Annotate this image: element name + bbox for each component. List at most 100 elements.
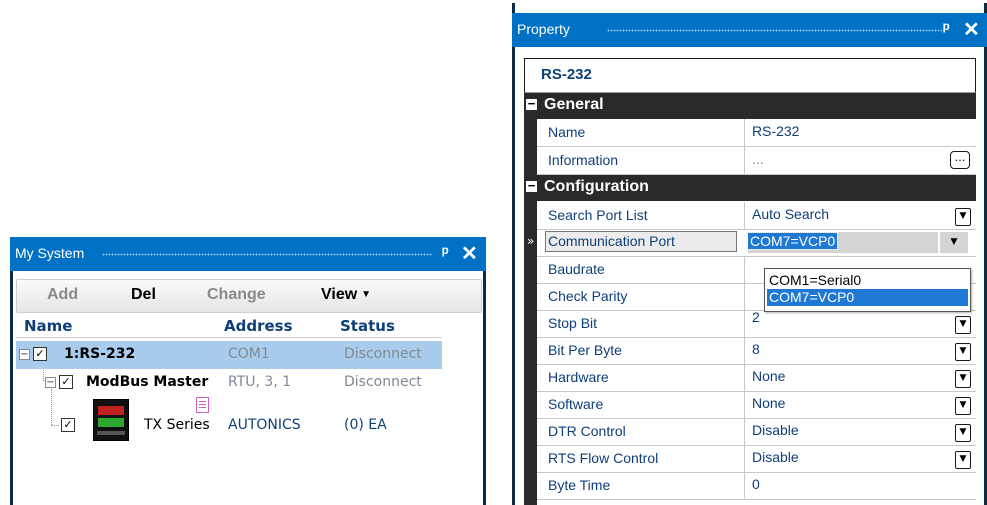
device-thumbnail: [93, 399, 129, 441]
property-value[interactable]: RS-232: [752, 123, 799, 139]
collapse-icon[interactable]: −: [45, 377, 56, 388]
panel-border-left: [10, 237, 13, 505]
panel-border-left: [512, 3, 515, 505]
property-row-search-port-list[interactable]: Search Port List Auto Search ▼: [537, 202, 976, 230]
property-row-dtr-control[interactable]: DTR Control Disable ▼: [537, 418, 976, 446]
selected-object-header: RS-232: [524, 58, 976, 93]
chevron-down-icon: ▼: [361, 289, 372, 300]
property-value[interactable]: ...: [752, 151, 764, 167]
add-button[interactable]: Add: [47, 286, 78, 304]
collapse-icon[interactable]: −: [19, 349, 30, 360]
column-header-name[interactable]: Name: [24, 317, 72, 335]
property-value[interactable]: Disable: [752, 422, 799, 438]
property-row-communication-port[interactable]: » Communication Port COM7=VCP0 ▼: [527, 229, 976, 257]
property-row-hardware[interactable]: Hardware None ▼: [537, 364, 976, 392]
property-row-name[interactable]: Name RS-232: [537, 119, 976, 147]
tree-row-rs232[interactable]: − ✓ 1:RS-232 COM1 Disconnect: [16, 341, 442, 369]
collapse-icon[interactable]: −: [526, 179, 537, 192]
property-label: Hardware: [548, 369, 609, 385]
row-address: COM1: [228, 346, 270, 362]
my-system-panel: My System ᵖ ✕ Add Del Change View ▼ Name …: [10, 237, 486, 505]
property-titlebar[interactable]: Property ᵖ ✕: [512, 13, 987, 47]
del-button[interactable]: Del: [131, 286, 156, 304]
property-label: Byte Time: [548, 477, 611, 493]
titlebar-grip[interactable]: [102, 253, 432, 256]
grid-gutter: [524, 93, 537, 505]
selected-object-name: RS-232: [541, 66, 592, 83]
change-button[interactable]: Change: [207, 286, 266, 304]
my-system-toolbar: Add Del Change View ▼: [16, 279, 482, 313]
checkbox-checked-icon[interactable]: ✓: [61, 418, 75, 432]
column-header-address[interactable]: Address: [224, 317, 293, 335]
property-value[interactable]: Disable: [752, 449, 799, 465]
chevron-down-icon[interactable]: ▼: [955, 316, 971, 334]
pin-icon[interactable]: ᵖ: [943, 19, 950, 39]
row-address: AUTONICS: [228, 417, 301, 433]
property-label: Communication Port: [545, 231, 737, 252]
property-label: Check Parity: [548, 288, 628, 304]
tree-row-tx-series[interactable]: ✓ TX Series AUTONICS (0) EA: [16, 397, 442, 447]
property-row-information[interactable]: Information ... …: [537, 147, 976, 175]
my-system-titlebar[interactable]: My System ᵖ ✕: [10, 237, 486, 271]
port-option-selected[interactable]: COM7=VCP0: [767, 289, 968, 306]
chevron-down-icon[interactable]: ▼: [955, 424, 971, 442]
property-title: Property: [517, 21, 570, 37]
ellipsis-button-icon[interactable]: …: [950, 151, 970, 169]
tree-row-modbus-master[interactable]: − ✓ ModBus Master RTU, 3, 1 Disconnect: [16, 369, 442, 397]
property-label: Name: [548, 124, 586, 140]
chevron-down-icon[interactable]: ▼: [955, 397, 971, 415]
property-row-rts-flow-control[interactable]: RTS Flow Control Disable ▼: [537, 445, 976, 473]
property-panel: Property ᵖ ✕ RS-232 − General Name RS-23…: [512, 3, 987, 505]
port-option[interactable]: COM1=Serial0: [767, 272, 968, 289]
close-icon[interactable]: ✕: [461, 241, 478, 266]
pin-icon[interactable]: ᵖ: [442, 243, 449, 263]
row-status: Disconnect: [344, 346, 422, 362]
titlebar-grip[interactable]: [607, 29, 942, 32]
property-row-byte-time[interactable]: Byte Time 0: [537, 472, 976, 500]
communication-port-editor[interactable]: COM7=VCP0: [746, 232, 938, 253]
chevron-down-icon[interactable]: ▼: [940, 232, 968, 253]
checkbox-checked-icon[interactable]: ✓: [33, 347, 47, 361]
view-label: View: [321, 286, 358, 303]
row-address: RTU, 3, 1: [228, 374, 292, 390]
communication-port-dropdown-list: COM1=Serial0 COM7=VCP0: [764, 268, 971, 312]
category-configuration[interactable]: − Configuration: [524, 175, 976, 201]
property-value[interactable]: 0: [752, 476, 760, 492]
property-value[interactable]: None: [752, 368, 785, 384]
category-general[interactable]: − General: [524, 93, 976, 119]
property-label: Bit Per Byte: [548, 342, 622, 358]
property-value[interactable]: None: [752, 395, 785, 411]
double-chevron-right-icon: »: [527, 234, 535, 248]
my-system-title: My System: [15, 245, 85, 261]
panel-border-right: [483, 237, 486, 505]
property-label: RTS Flow Control: [548, 450, 659, 466]
property-label: Software: [548, 396, 604, 412]
row-name: TX Series: [144, 417, 210, 433]
collapse-icon[interactable]: −: [526, 97, 537, 110]
property-row-stop-bit[interactable]: Stop Bit 2 ▼: [537, 309, 976, 338]
chevron-down-icon[interactable]: ▼: [955, 451, 971, 469]
document-icon: [196, 397, 209, 413]
header-divider: [16, 337, 442, 338]
close-icon[interactable]: ✕: [963, 17, 980, 42]
row-name: 1:RS-232: [64, 346, 136, 362]
property-value[interactable]: 2: [752, 309, 760, 325]
category-label: Configuration: [544, 178, 649, 195]
category-label: General: [544, 96, 604, 113]
property-label: Information: [548, 152, 619, 168]
property-row-bit-per-byte[interactable]: Bit Per Byte 8 ▼: [537, 337, 976, 365]
property-label: Stop Bit: [548, 315, 598, 331]
column-header-status[interactable]: Status: [340, 317, 395, 335]
property-value[interactable]: 8: [752, 341, 760, 357]
chevron-down-icon[interactable]: ▼: [955, 208, 971, 226]
chevron-down-icon[interactable]: ▼: [955, 370, 971, 388]
property-value[interactable]: Auto Search: [752, 206, 829, 222]
property-row-software[interactable]: Software None ▼: [537, 391, 976, 419]
row-status: (0) EA: [344, 417, 387, 433]
row-status: Disconnect: [344, 374, 422, 390]
view-menu-button[interactable]: View ▼: [321, 286, 371, 304]
chevron-down-icon[interactable]: ▼: [955, 343, 971, 361]
checkbox-checked-icon[interactable]: ✓: [59, 375, 73, 389]
row-name: ModBus Master: [86, 374, 209, 390]
property-value[interactable]: COM7=VCP0: [746, 232, 839, 250]
